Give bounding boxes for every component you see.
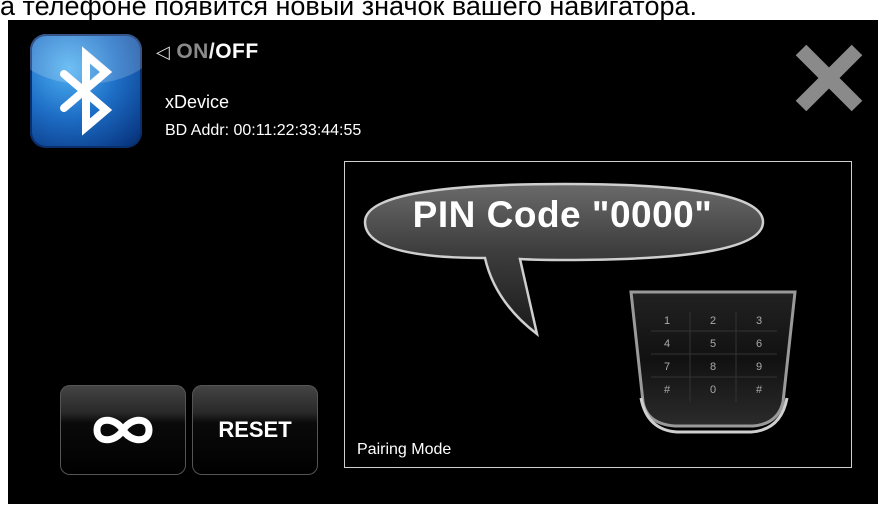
svg-text:7: 7 xyxy=(664,361,670,373)
svg-text:6: 6 xyxy=(756,338,762,350)
device-address: BD Addr: 00:11:22:33:44:55 xyxy=(165,122,362,139)
svg-text:#: # xyxy=(756,384,763,396)
device-name: xDevice xyxy=(165,92,230,112)
close-glyph xyxy=(795,44,863,112)
close-icon[interactable] xyxy=(793,42,865,114)
svg-text:1: 1 xyxy=(664,315,670,327)
svg-text:0: 0 xyxy=(710,384,716,396)
svg-text:5: 5 xyxy=(710,338,716,350)
bluetooth-toggle[interactable]: ◁ ON/OFF xyxy=(156,40,259,64)
toggle-off-label: OFF xyxy=(215,40,259,63)
svg-text:#: # xyxy=(664,384,671,396)
loop-button[interactable] xyxy=(60,385,186,475)
device-screen: ◁ ON/OFF xDevice BD Addr: 00:11:22:33:44:… xyxy=(8,20,878,504)
bluetooth-icon[interactable] xyxy=(30,34,142,148)
pairing-preview: 1 2 3 4 5 6 7 8 9 #0 # PIN Code "0000" Pairing … xyxy=(344,161,852,468)
toggle-arrow-icon: ◁ xyxy=(156,42,171,62)
infinity-icon xyxy=(93,416,153,444)
svg-text:8: 8 xyxy=(710,361,716,373)
svg-text:3: 3 xyxy=(756,315,762,327)
pairing-mode-label: Pairing Mode xyxy=(357,441,452,458)
toggle-on-label: ON xyxy=(176,40,209,63)
bluetooth-rune xyxy=(60,46,113,136)
svg-text:9: 9 xyxy=(756,361,762,373)
svg-text:4: 4 xyxy=(664,338,670,350)
reset-button[interactable]: RESET xyxy=(192,385,318,475)
pin-code-label: PIN Code "0000" xyxy=(412,194,713,235)
svg-text:2: 2 xyxy=(710,315,716,327)
